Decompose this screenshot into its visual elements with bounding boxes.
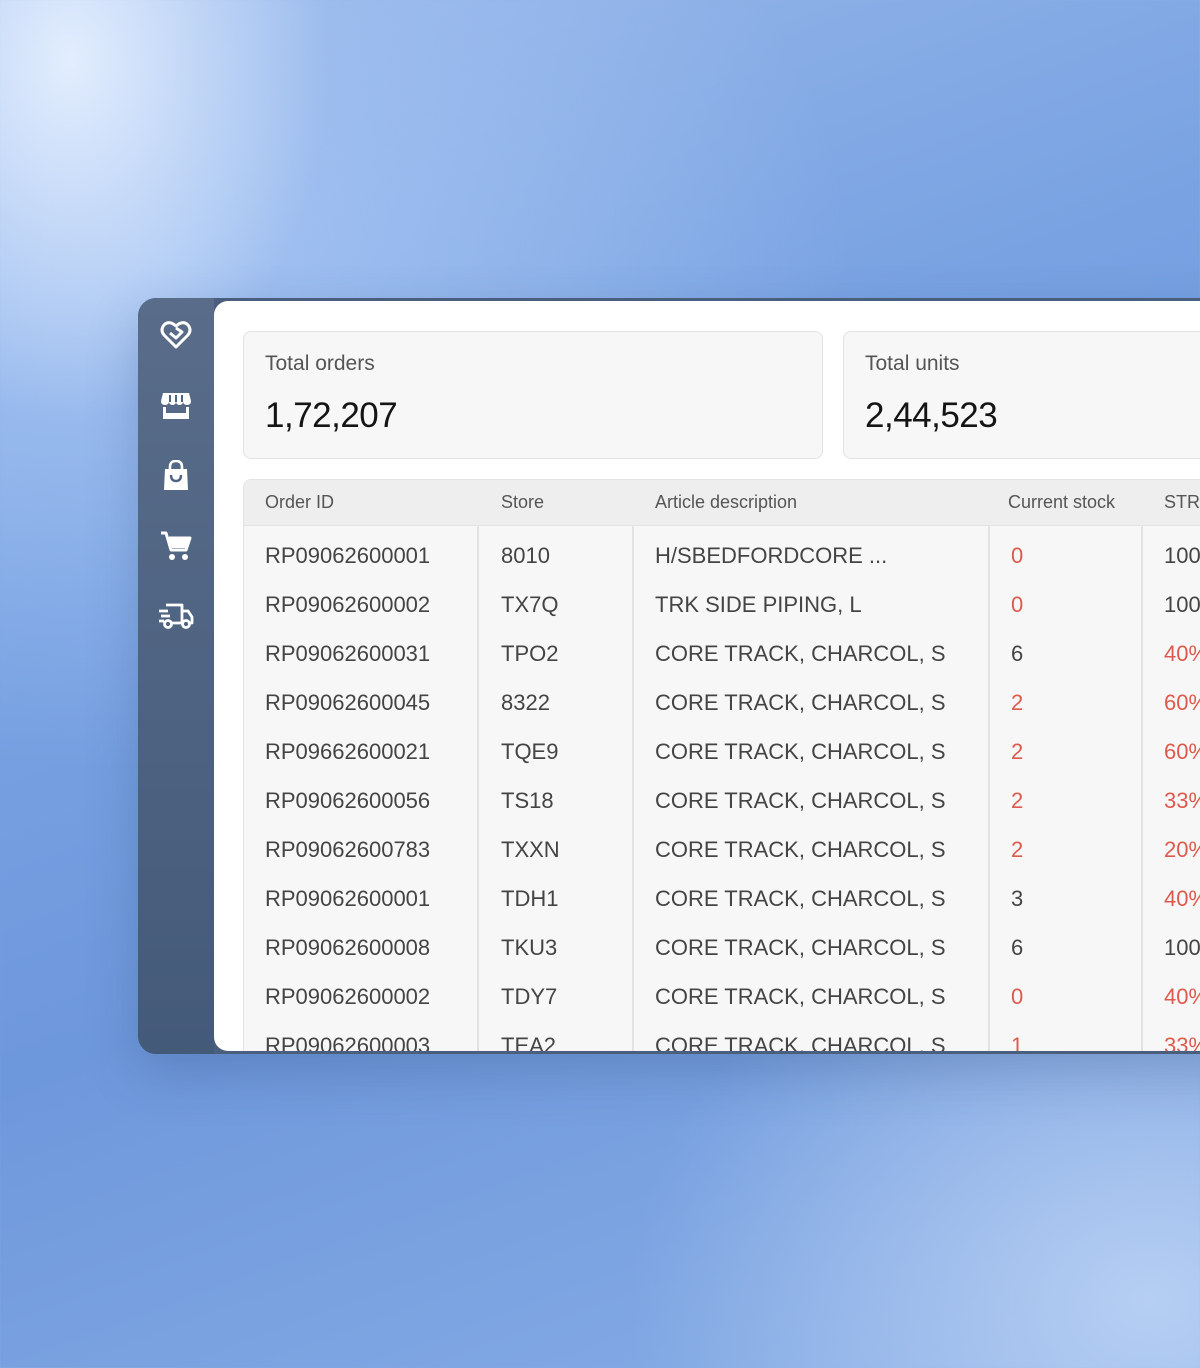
cell-current-stock: 2 [1011, 788, 1024, 813]
table-row[interactable]: RP09062600056 TS18 CORE TRACK, CHARCOL, S 2… [244, 776, 1200, 825]
cell-store: 8010 [501, 543, 550, 568]
cell-current-stock: 6 [1011, 935, 1024, 960]
table-row[interactable]: RP09062600002 TX7Q TRK SIDE PIPING, L 0 100 [244, 580, 1200, 629]
column-header-str[interactable]: STR [1164, 492, 1200, 513]
cell-current-stock: 0 [1011, 984, 1024, 1009]
kpi-card-total-orders: Total orders 1,72,207 [243, 331, 823, 459]
cell-str: 60% [1164, 739, 1200, 764]
cell-store: TQE9 [501, 739, 559, 764]
app-window: Total orders 1,72,207 Total units 2,44,5… [138, 298, 1200, 1054]
cell-store: TX7Q [501, 592, 559, 617]
table-row[interactable]: RP09062600008 TKU3 CORE TRACK, CHARCOL, S 6… [244, 923, 1200, 972]
cell-order-id: RP09062600008 [265, 935, 431, 960]
table-row[interactable]: RP09062600045 8322 CORE TRACK, CHARCOL, S 2… [244, 678, 1200, 727]
cell-current-stock: 2 [1011, 739, 1024, 764]
cell-store: TDH1 [501, 886, 559, 911]
column-header-article[interactable]: Article description [655, 492, 797, 513]
shopping-bag-icon[interactable] [158, 458, 194, 494]
kpi-card-total-units: Total units 2,44,523 [843, 331, 1200, 459]
kpi-value: 1,72,207 [265, 396, 398, 435]
cell-store: 8322 [501, 690, 550, 715]
main-content: Total orders 1,72,207 Total units 2,44,5… [214, 301, 1200, 1051]
cart-icon[interactable] [158, 528, 194, 564]
table-row[interactable]: RP09062600001 8010 H/SBEDFORDCORE ... 0 100 [244, 531, 1200, 580]
cell-store: TDY7 [501, 984, 558, 1009]
cell-article-description: CORE TRACK, CHARCOL, S [655, 935, 946, 960]
cell-str: 100 [1164, 543, 1200, 568]
kpi-value: 2,44,523 [865, 396, 998, 435]
cell-current-stock: 2 [1011, 690, 1024, 715]
cell-article-description: CORE TRACK, CHARCOL, S [655, 984, 946, 1009]
cell-order-id: RP09062600001 [265, 886, 431, 911]
kpi-label: Total orders [265, 352, 375, 375]
column-header-store[interactable]: Store [501, 492, 544, 513]
cell-store: TS18 [501, 788, 554, 813]
table-row[interactable]: RP09062600002 TDY7 CORE TRACK, CHARCOL, S 0… [244, 972, 1200, 1021]
sidebar [138, 298, 214, 1054]
cell-order-id: RP09062600056 [265, 788, 431, 813]
cell-current-stock: 3 [1011, 886, 1024, 911]
cell-order-id: RP09062600031 [265, 641, 431, 666]
table-row[interactable]: RP09062600001 TDH1 CORE TRACK, CHARCOL, S 3… [244, 874, 1200, 923]
table-row[interactable]: RP09662600021 TQE9 CORE TRACK, CHARCOL, S 2… [244, 727, 1200, 776]
cell-order-id: RP09062600002 [265, 984, 431, 1009]
heart-logo-icon[interactable] [158, 316, 194, 352]
cell-article-description: CORE TRACK, CHARCOL, S [655, 739, 946, 764]
cell-str: 100 [1164, 592, 1200, 617]
table-row[interactable]: RP09062600003 TEA2 CORE TRACK, CHARCOL, S 1… [244, 1021, 1200, 1051]
cell-article-description: CORE TRACK, CHARCOL, S [655, 886, 946, 911]
kpi-label: Total units [865, 352, 960, 375]
cell-store: TXXN [501, 837, 560, 862]
cell-current-stock: 0 [1011, 592, 1024, 617]
cell-current-stock: 0 [1011, 543, 1024, 568]
cell-order-id: RP09062600001 [265, 543, 431, 568]
cell-str: 60% [1164, 690, 1200, 715]
cell-current-stock: 1 [1011, 1033, 1024, 1051]
cell-article-description: TRK SIDE PIPING, L [655, 592, 862, 617]
column-header-current-stock[interactable]: Current stock [1008, 492, 1115, 513]
cell-order-id: RP09062600045 [265, 690, 431, 715]
table-header: Order ID Store Article description Curre… [244, 480, 1200, 526]
cell-current-stock: 2 [1011, 837, 1024, 862]
cell-article-description: CORE TRACK, CHARCOL, S [655, 1033, 946, 1051]
orders-table: Order ID Store Article description Curre… [243, 479, 1200, 1051]
cell-str: 33% [1164, 788, 1200, 813]
cell-current-stock: 6 [1011, 641, 1024, 666]
cell-article-description: CORE TRACK, CHARCOL, S [655, 641, 946, 666]
cell-str: 33% [1164, 1033, 1200, 1051]
cell-order-id: RP09662600021 [265, 739, 431, 764]
cell-str: 40% [1164, 641, 1200, 666]
cell-store: TKU3 [501, 935, 558, 960]
table-row[interactable]: RP09062600783 TXXN CORE TRACK, CHARCOL, S 2… [244, 825, 1200, 874]
cell-order-id: RP09062600783 [265, 837, 431, 862]
cell-store: TEA2 [501, 1033, 557, 1051]
cell-store: TPO2 [501, 641, 559, 666]
table-row[interactable]: RP09062600031 TPO2 CORE TRACK, CHARCOL, S 6… [244, 629, 1200, 678]
delivery-truck-icon[interactable] [158, 598, 194, 634]
cell-order-id: RP09062600002 [265, 592, 431, 617]
cell-article-description: H/SBEDFORDCORE ... [655, 543, 888, 568]
cell-str: 40% [1164, 984, 1200, 1009]
column-header-order-id[interactable]: Order ID [265, 492, 334, 513]
store-icon[interactable] [158, 388, 194, 424]
cell-article-description: CORE TRACK, CHARCOL, S [655, 788, 946, 813]
cell-article-description: CORE TRACK, CHARCOL, S [655, 837, 946, 862]
cell-str: 40% [1164, 886, 1200, 911]
cell-article-description: CORE TRACK, CHARCOL, S [655, 690, 946, 715]
cell-str: 100 [1164, 935, 1200, 960]
cell-str: 20% [1164, 837, 1200, 862]
cell-order-id: RP09062600003 [265, 1033, 431, 1051]
